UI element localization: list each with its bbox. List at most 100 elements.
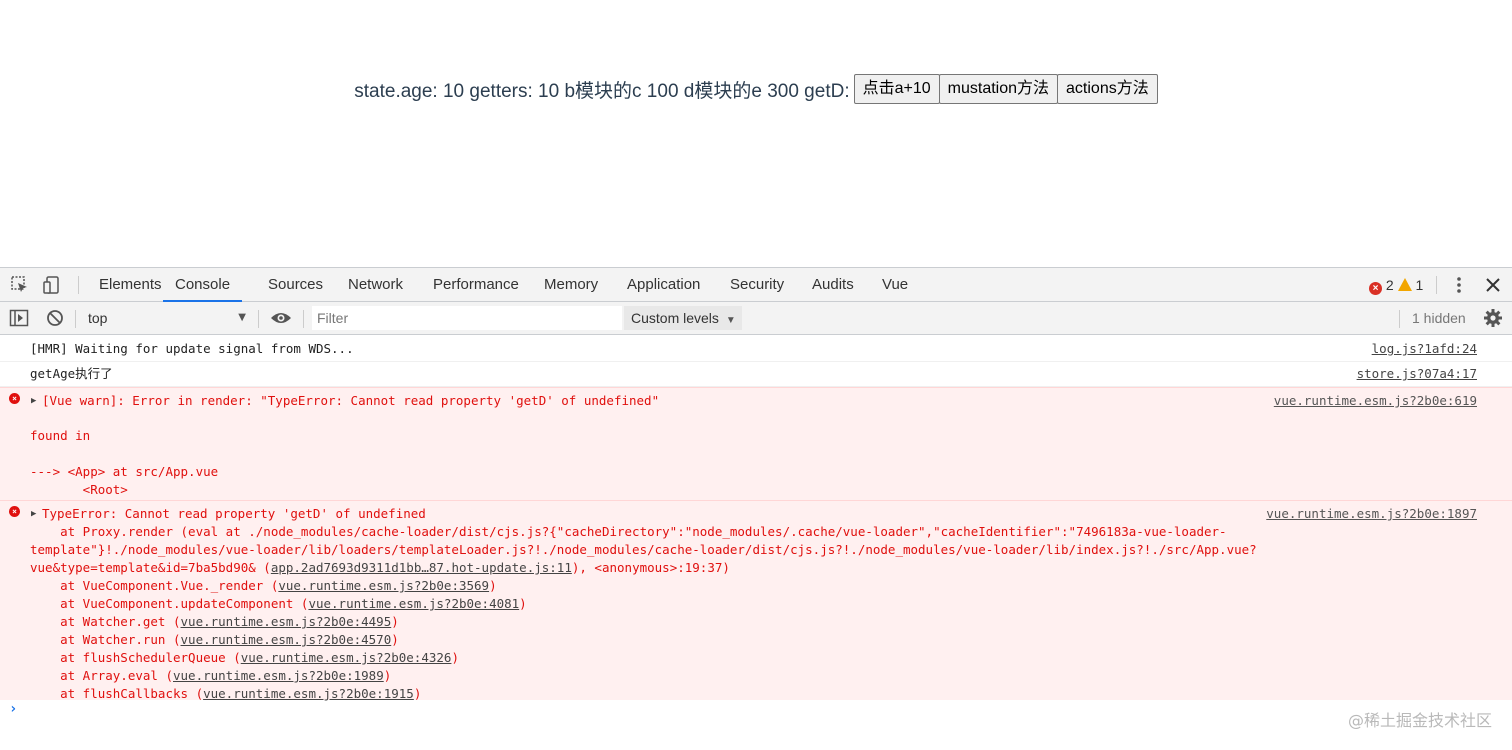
console-message: getAge执行了 store.js?07a4:17 (0, 362, 1512, 387)
console-prompt-chevron-icon[interactable]: › (9, 701, 17, 717)
log-levels-label: Custom levels (631, 310, 719, 326)
tabbar-divider (78, 276, 79, 294)
stack-line: at VueComponent.Vue._render (vue.runtime… (30, 577, 497, 595)
stack-text: at Watcher.run ( (30, 632, 181, 647)
message-text: TypeError: Cannot read property 'getD' o… (42, 506, 426, 521)
tabbar-divider-right (1436, 276, 1437, 294)
dropdown-arrow-icon: ▼ (238, 312, 246, 323)
stack-text: ) (383, 668, 392, 683)
add-ten-button[interactable]: 点击a+10 (853, 74, 940, 104)
stack-text: ), <anonymous>:19:37) (571, 560, 730, 575)
hidden-messages-count: 1 hidden (1412, 310, 1466, 326)
stack-line: at Proxy.render (eval at ./node_modules/… (30, 524, 1227, 539)
tab-performance[interactable]: Performance (433, 268, 519, 302)
stack-source-link[interactable]: vue.runtime.esm.js?2b0e:4326 (241, 650, 452, 665)
app-content: state.age: 10 getters: 10 b模块的c 100 d模块的… (0, 74, 1512, 104)
filter-input[interactable] (312, 306, 622, 330)
stack-line: at Watcher.run (vue.runtime.esm.js?2b0e:… (30, 631, 399, 649)
message-source-link[interactable]: vue.runtime.esm.js?2b0e:619 (1274, 392, 1477, 410)
levels-arrow-icon: ▼ (725, 315, 736, 326)
issues-counter[interactable]: × 2 1 (1369, 268, 1423, 302)
live-expression-eye-icon[interactable] (270, 308, 291, 328)
device-toolbar-icon[interactable] (42, 275, 62, 295)
tab-network[interactable]: Network (348, 268, 403, 302)
stack-source-link[interactable]: vue.runtime.esm.js?2b0e:4570 (181, 632, 392, 647)
tab-security[interactable]: Security (730, 268, 784, 302)
toolbar-divider (75, 310, 76, 328)
app-state-text: state.age: 10 getters: 10 b模块的c 100 d模块的… (354, 80, 850, 102)
mutation-button[interactable]: mustation方法 (938, 74, 1059, 104)
message-source-link[interactable]: vue.runtime.esm.js?2b0e:1897 (1266, 505, 1477, 523)
more-options-icon[interactable] (1449, 275, 1469, 295)
tab-memory[interactable]: Memory (544, 268, 598, 302)
message-text: [Vue warn]: Error in render: "TypeError:… (42, 393, 660, 408)
tab-audits[interactable]: Audits (812, 268, 854, 302)
stack-line: at Watcher.get (vue.runtime.esm.js?2b0e:… (30, 613, 399, 631)
stack-line: at flushSchedulerQueue (vue.runtime.esm.… (30, 649, 459, 667)
message-source-link[interactable]: log.js?1afd:24 (1372, 340, 1477, 358)
stack-line: template"}!./node_modules/vue-loader/lib… (30, 542, 1257, 557)
component-trace: <Root> (30, 482, 128, 497)
stack-text: at Array.eval ( (30, 668, 173, 683)
actions-button[interactable]: actions方法 (1057, 74, 1158, 104)
stack-source-link[interactable]: vue.runtime.esm.js?2b0e:4495 (181, 614, 392, 629)
warning-count: 1 (1415, 277, 1424, 293)
console-settings-gear-icon[interactable] (1483, 308, 1503, 328)
watermark: @稀土掘金技术社区 (1347, 711, 1492, 730)
message-source-link[interactable]: store.js?07a4:17 (1357, 365, 1477, 383)
devtools-tabbar: Elements Console Sources Network Perform… (0, 268, 1512, 302)
component-trace: ---> <App> at src/App.vue (30, 464, 219, 479)
stack-line: at VueComponent.updateComponent (vue.run… (30, 595, 527, 613)
error-count: 2 (1385, 277, 1394, 293)
console-toolbar: top ▼ Custom levels ▼ 1 hidden (0, 302, 1512, 335)
console-message: [HMR] Waiting for update signal from WDS… (0, 338, 1512, 362)
stack-source-link[interactable]: vue.runtime.esm.js?2b0e:1989 (173, 668, 384, 683)
stack-text: at flushCallbacks ( (30, 686, 204, 701)
tab-console[interactable]: Console (163, 268, 243, 302)
stack-text: ) (451, 650, 459, 665)
tab-application[interactable]: Application (627, 268, 700, 302)
stack-source-link[interactable]: app.2ad7693d9311d1bb…87.hot-update.js:11 (271, 560, 572, 575)
toolbar-divider (258, 310, 259, 328)
tab-sources[interactable]: Sources (268, 268, 323, 302)
stack-text: ) (519, 596, 527, 611)
stack-text: vue&type=template&id=7ba5bd90& ( (30, 560, 271, 575)
toolbar-divider (303, 310, 304, 328)
error-icon: × (9, 393, 20, 404)
error-icon: × (1369, 282, 1382, 295)
message-text: getAge执行了 (30, 366, 113, 381)
console-error-message: × ▶ TypeError: Cannot read property 'get… (0, 500, 1512, 701)
context-label: top (88, 310, 108, 326)
expand-triangle-icon[interactable]: ▶ (31, 505, 36, 523)
tab-elements[interactable]: Elements (99, 268, 162, 302)
stack-text: ) (391, 632, 399, 647)
stack-line: vue&type=template&id=7ba5bd90& (app.2ad7… (30, 559, 730, 577)
tab-vue[interactable]: Vue (882, 268, 908, 302)
console-error-message: × ▶ [Vue warn]: Error in render: "TypeEr… (0, 387, 1512, 500)
stack-line: at Array.eval (vue.runtime.esm.js?2b0e:1… (30, 667, 391, 685)
stack-text: at VueComponent.Vue._render ( (30, 578, 279, 593)
expand-triangle-icon[interactable]: ▶ (31, 392, 36, 410)
message-text: [HMR] Waiting for update signal from WDS… (30, 341, 354, 356)
warning-icon (1397, 278, 1412, 291)
stack-text: ) (413, 686, 422, 701)
devtools-panel: Elements Console Sources Network Perform… (0, 267, 1512, 750)
console-output: [HMR] Waiting for update signal from WDS… (0, 336, 1512, 750)
inspect-element-icon[interactable] (10, 275, 30, 295)
stack-text: ) (489, 578, 497, 593)
stack-source-link[interactable]: vue.runtime.esm.js?2b0e:4081 (308, 596, 519, 611)
log-levels-dropdown[interactable]: Custom levels ▼ (624, 306, 742, 330)
stack-text: at Watcher.get ( (30, 614, 181, 629)
error-icon: × (9, 506, 20, 517)
toolbar-divider (1399, 310, 1400, 328)
context-selector[interactable]: top ▼ (80, 306, 250, 330)
stack-text: at flushSchedulerQueue ( (30, 650, 241, 665)
show-sidebar-icon[interactable] (9, 308, 29, 328)
stack-source-link[interactable]: vue.runtime.esm.js?2b0e:1915 (203, 686, 414, 701)
stack-text: at VueComponent.updateComponent ( (30, 596, 309, 611)
app-page: state.age: 10 getters: 10 b模块的c 100 d模块的… (0, 0, 1512, 267)
clear-console-icon[interactable] (45, 308, 65, 328)
close-devtools-icon[interactable] (1483, 275, 1503, 295)
stack-text: ) (391, 614, 399, 629)
stack-source-link[interactable]: vue.runtime.esm.js?2b0e:3569 (278, 578, 489, 593)
